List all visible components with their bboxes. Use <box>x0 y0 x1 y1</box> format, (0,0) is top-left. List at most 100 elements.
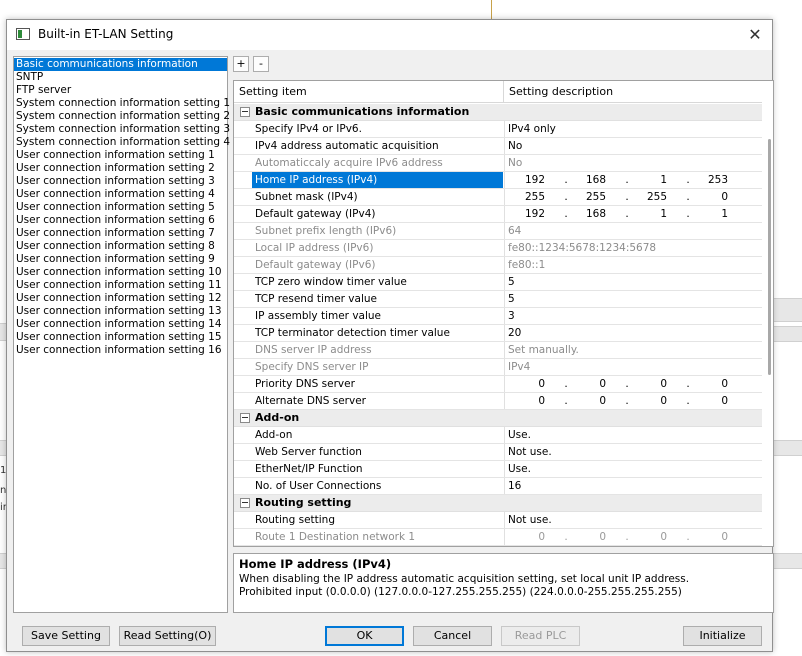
ip-octet[interactable]: 0 <box>576 393 606 409</box>
ip-octet[interactable]: 0 <box>698 376 728 392</box>
setting-row[interactable]: IP assembly timer value 3 <box>234 308 762 325</box>
tree-item[interactable]: User connection information setting 10 <box>14 266 227 279</box>
ip-octet[interactable]: 0 <box>515 376 545 392</box>
setting-row[interactable]: TCP zero window timer value 5 <box>234 274 762 291</box>
setting-row[interactable]: Web Server function Not use. <box>234 444 762 461</box>
section-header[interactable]: Routing setting <box>234 495 762 512</box>
tree-item[interactable]: User connection information setting 9 <box>14 253 227 266</box>
cancel-button[interactable]: Cancel <box>413 626 492 646</box>
setting-value[interactable]: 20 <box>504 325 754 341</box>
column-header-setting-description[interactable]: Setting description <box>504 81 613 103</box>
tree-item[interactable]: User connection information setting 13 <box>14 305 227 318</box>
ip-octet[interactable]: 1 <box>637 172 667 188</box>
ip-octet[interactable]: 192 <box>515 172 545 188</box>
ip-address-field[interactable]: 192. 168. 1. 1 <box>504 206 754 222</box>
setting-row[interactable]: DNS server IP address Set manually. <box>234 342 762 359</box>
read-setting-button[interactable]: Read Setting(O) <box>119 626 216 646</box>
setting-row[interactable]: Route 1 Destination network 1 0. 0. 0. 0 <box>234 529 762 546</box>
ip-octet[interactable]: 255 <box>515 189 545 205</box>
section-header[interactable]: Add-on <box>234 410 762 427</box>
tree-item[interactable]: User connection information setting 12 <box>14 292 227 305</box>
setting-row[interactable]: Add-on Use. <box>234 427 762 444</box>
ip-octet[interactable]: 0 <box>576 376 606 392</box>
grid-scrollbar[interactable] <box>768 139 771 375</box>
save-setting-button[interactable]: Save Setting <box>22 626 110 646</box>
ip-octet[interactable]: 1 <box>698 206 728 222</box>
setting-row[interactable]: No. of User Connections 16 <box>234 478 762 495</box>
setting-value[interactable]: IPv4 only <box>504 121 754 137</box>
setting-row[interactable]: IPv4 address automatic acquisition No <box>234 138 762 155</box>
setting-row[interactable]: Routing setting Not use. <box>234 512 762 529</box>
initialize-button[interactable]: Initialize <box>683 626 762 646</box>
tree-item[interactable]: System connection information setting 2 <box>14 110 230 123</box>
tree-item[interactable]: User connection information setting 6 <box>14 214 227 227</box>
ip-octet[interactable]: 0 <box>637 376 667 392</box>
tree-item[interactable]: User connection information setting 1 <box>14 149 227 162</box>
setting-row[interactable]: Alternate DNS server 0. 0. 0. 0 <box>234 393 762 410</box>
collapse-toggle-icon[interactable] <box>240 498 250 508</box>
ip-octet[interactable]: 168 <box>576 206 606 222</box>
ip-octet[interactable]: 255 <box>576 189 606 205</box>
setting-value[interactable]: 5 <box>504 291 754 307</box>
setting-value[interactable]: Use. <box>504 427 754 443</box>
column-header-setting-item[interactable]: Setting item <box>234 81 307 103</box>
setting-value[interactable]: 3 <box>504 308 754 324</box>
setting-value[interactable]: Use. <box>504 461 754 477</box>
tree-item[interactable]: User connection information setting 7 <box>14 227 227 240</box>
setting-row[interactable]: Local IP address (IPv6) fe80::1234:5678:1… <box>234 240 762 257</box>
tree-item[interactable]: User connection information setting 4 <box>14 188 227 201</box>
section-header[interactable]: Basic communications information <box>234 104 762 121</box>
tree-item[interactable]: User connection information setting 5 <box>14 201 227 214</box>
collapse-toggle-icon[interactable] <box>240 413 250 423</box>
tree-item[interactable]: User connection information setting 16 <box>14 344 227 357</box>
tree-item[interactable]: User connection information setting 14 <box>14 318 227 331</box>
tree-item[interactable]: SNTP <box>14 71 227 84</box>
close-icon[interactable]: ✕ <box>744 24 766 46</box>
expand-all-button[interactable]: + <box>233 56 249 72</box>
tree-item[interactable]: User connection information setting 8 <box>14 240 227 253</box>
setting-row[interactable]: Specify DNS server IP IPv4 <box>234 359 762 376</box>
ip-address-field[interactable]: 192. 168. 1. 253 <box>504 172 754 188</box>
setting-row[interactable]: TCP terminator detection timer value 20 <box>234 325 762 342</box>
setting-row[interactable]: Subnet prefix length (IPv6) 64 <box>234 223 762 240</box>
ip-address-field[interactable]: 0. 0. 0. 0 <box>504 393 754 409</box>
setting-row[interactable]: Subnet mask (IPv4) 255. 255. 255. 0 <box>234 189 762 206</box>
ip-octet[interactable]: 0 <box>515 393 545 409</box>
ip-octet[interactable]: 168 <box>576 172 606 188</box>
tree-item[interactable]: FTP server <box>14 84 227 97</box>
tree-item[interactable]: User connection information setting 15 <box>14 331 227 344</box>
tree-item[interactable]: System connection information setting 4 <box>14 136 230 149</box>
setting-row[interactable]: Default gateway (IPv4) 192. 168. 1. 1 <box>234 206 762 223</box>
setting-row[interactable]: Specify IPv4 or IPv6. IPv4 only <box>234 121 762 138</box>
tree-item[interactable]: System connection information setting 1 <box>14 97 230 110</box>
ip-octet[interactable]: 0 <box>637 393 667 409</box>
setting-value[interactable]: Not use. <box>504 512 754 528</box>
setting-value[interactable]: 16 <box>504 478 754 494</box>
tree-item[interactable]: System connection information setting 3 <box>14 123 230 136</box>
setting-value[interactable]: No <box>504 138 754 154</box>
tree-item[interactable]: Basic communications information <box>14 58 227 71</box>
setting-row[interactable]: Destination subnet mask 1 0. 0. 0. 0 <box>234 546 762 547</box>
ip-octet[interactable]: 192 <box>515 206 545 222</box>
setting-row[interactable]: Home IP address (IPv4) 192. 168. 1. 253 <box>234 172 762 189</box>
setting-row[interactable]: Automaticcaly acquire IPv6 address No <box>234 155 762 172</box>
ip-address-field[interactable]: 0. 0. 0. 0 <box>504 376 754 392</box>
ip-address-field[interactable]: 255. 255. 255. 0 <box>504 189 754 205</box>
setting-row[interactable]: TCP resend timer value 5 <box>234 291 762 308</box>
tree-item[interactable]: User connection information setting 3 <box>14 175 227 188</box>
setting-value[interactable]: 5 <box>504 274 754 290</box>
ip-octet[interactable]: 0 <box>698 189 728 205</box>
collapse-toggle-icon[interactable] <box>240 107 250 117</box>
setting-value[interactable]: Not use. <box>504 444 754 460</box>
setting-row[interactable]: Priority DNS server 0. 0. 0. 0 <box>234 376 762 393</box>
tree-item[interactable]: User connection information setting 2 <box>14 162 227 175</box>
ip-octet[interactable]: 1 <box>637 206 667 222</box>
tree-item[interactable]: User connection information setting 11 <box>14 279 227 292</box>
ip-octet[interactable]: 0 <box>698 393 728 409</box>
setting-row[interactable]: Default gateway (IPv6) fe80::1 <box>234 257 762 274</box>
setting-row[interactable]: EtherNet/IP Function Use. <box>234 461 762 478</box>
ok-button[interactable]: OK <box>325 626 404 646</box>
ip-octet[interactable]: 255 <box>637 189 667 205</box>
settings-tree[interactable]: Basic communications information SNTP FTP … <box>13 56 230 613</box>
ip-octet[interactable]: 253 <box>698 172 728 188</box>
